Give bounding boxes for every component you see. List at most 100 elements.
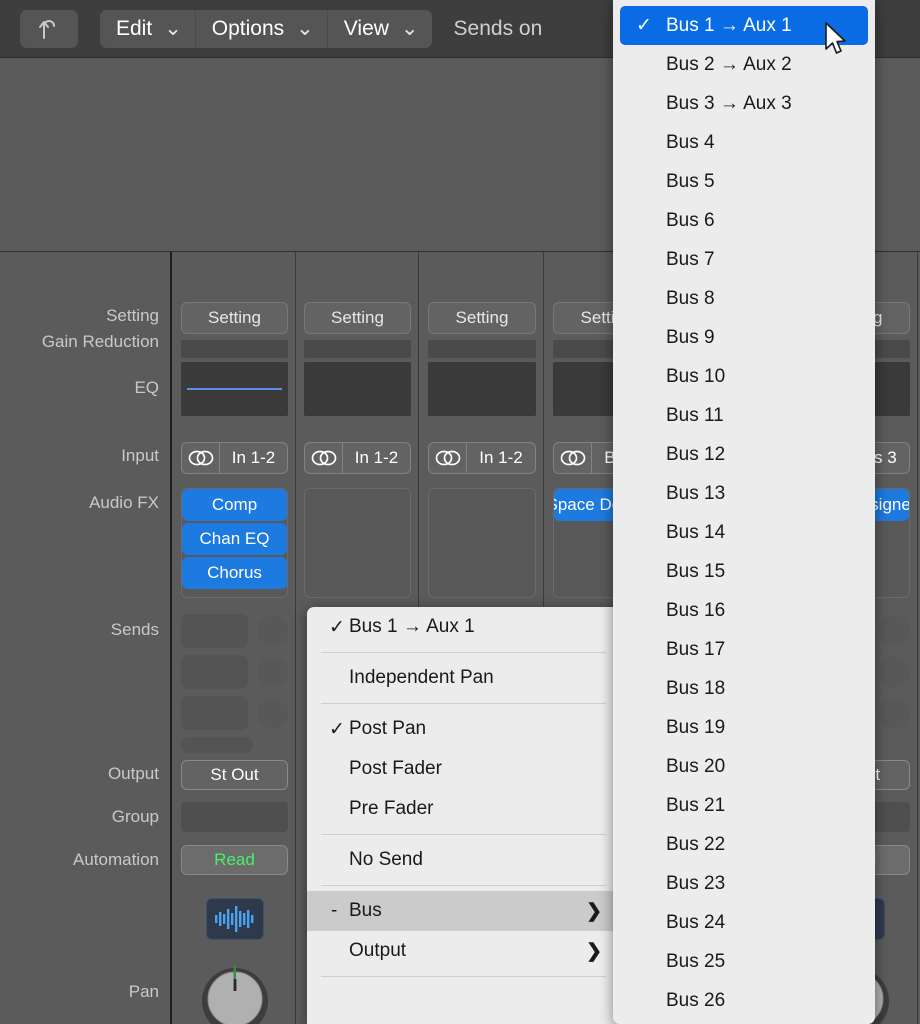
menu-view-label: View — [343, 16, 389, 40]
chevron-down-icon: ⌄ — [296, 17, 314, 40]
bus-menu-item-label: Bus 9 — [666, 326, 715, 348]
row-label-gain-reduction: Gain Reduction — [41, 332, 159, 351]
stereo-circles-icon — [188, 450, 213, 466]
bus-menu-item[interactable]: Bus 15 — [620, 552, 868, 591]
menu-edit[interactable]: Edit ⌄ — [100, 9, 196, 48]
stereo-icon-box — [429, 443, 467, 473]
bus-menu-item[interactable]: Bus 8 — [620, 279, 868, 318]
menu-options[interactable]: Options ⌄ — [195, 9, 328, 48]
send-level-knob[interactable] — [878, 657, 910, 687]
pan-knob[interactable] — [196, 959, 274, 1024]
menu-separator — [321, 652, 606, 653]
sends-menu-bus[interactable]: - Bus ❯ — [307, 891, 620, 931]
bus-menu-item-label: Bus 20 — [666, 755, 726, 777]
audio-fx-slot-empty[interactable] — [429, 557, 535, 589]
sends-menu-no-send[interactable]: No Send — [307, 840, 620, 880]
bus-menu-item[interactable]: Bus 12 — [620, 435, 868, 474]
bus-menu-item-label: Bus 1 → Aux 1 — [666, 14, 792, 36]
bus-menu-item[interactable]: Bus 23 — [620, 864, 868, 903]
send-level-knob[interactable] — [878, 616, 910, 646]
group-selector[interactable] — [181, 802, 288, 832]
sends-menu-pre-fader[interactable]: Pre Fader — [307, 789, 620, 829]
bus-menu-item-label: Bus 24 — [666, 911, 726, 933]
send-bar[interactable] — [181, 614, 248, 648]
send-slot-empty[interactable] — [181, 737, 253, 753]
audio-fx-slot[interactable]: Comp — [182, 489, 287, 521]
bus-menu-item[interactable]: Bus 22 — [620, 825, 868, 864]
menu-item-label: Pre Fader — [349, 798, 434, 819]
eq-display[interactable] — [181, 362, 288, 416]
audio-fx-slot-empty[interactable] — [429, 523, 535, 555]
row-label-eq: EQ — [134, 378, 159, 397]
setting-button[interactable]: Setting — [181, 302, 288, 334]
sends-menu-output[interactable]: Output ❯ — [307, 931, 620, 971]
bus-menu-item[interactable]: Bus 9 — [620, 318, 868, 357]
bus-menu-item[interactable]: Bus 6 — [620, 201, 868, 240]
bus-menu-item[interactable]: Bus 11 — [620, 396, 868, 435]
bus-menu-item[interactable]: Bus 14 — [620, 513, 868, 552]
send-level-knob[interactable] — [878, 698, 910, 728]
row-label-group: Group — [111, 807, 159, 826]
bus-menu-item-label: Bus 16 — [666, 599, 726, 621]
sends-menu-post-pan[interactable]: ✓ Post Pan — [307, 709, 620, 749]
sends-menu-bus1-aux1[interactable]: ✓ Bus 1 → Aux 1 — [307, 607, 620, 647]
bus-menu-item[interactable]: Bus 21 — [620, 786, 868, 825]
row-label-column: Setting Gain Reduction EQ Input Audio FX Send… — [0, 252, 172, 1024]
bus-menu-item-label: Bus 25 — [666, 950, 726, 972]
output-selector[interactable]: St Out — [181, 760, 288, 790]
menu-view[interactable]: View ⌄ — [327, 9, 432, 48]
bus-menu-item[interactable]: Bus 7 — [620, 240, 868, 279]
send-level-knob[interactable] — [256, 616, 288, 646]
bus-menu-item-label: Bus 8 — [666, 287, 715, 309]
eq-display[interactable] — [304, 362, 411, 416]
audio-fx-slot[interactable]: Chan EQ — [182, 523, 287, 555]
send-bar[interactable] — [181, 696, 248, 730]
setting-button[interactable]: Setting — [304, 302, 411, 334]
bus-menu-item[interactable]: Bus 17 — [620, 630, 868, 669]
bus-menu-item[interactable]: Bus 20 — [620, 747, 868, 786]
automation-mode-button[interactable]: Read — [181, 845, 288, 875]
bus-menu-item[interactable]: Bus 4 — [620, 123, 868, 162]
bus-menu-item[interactable]: Bus 16 — [620, 591, 868, 630]
eq-curve — [187, 388, 282, 390]
menu-item-label: Post Fader — [349, 758, 442, 779]
send-bar[interactable] — [181, 655, 248, 689]
bus-menu-item[interactable]: Bus 5 — [620, 162, 868, 201]
send-level-knob[interactable] — [256, 698, 288, 728]
bus-menu-item[interactable]: Bus 13 — [620, 474, 868, 513]
send-slot[interactable] — [181, 655, 288, 689]
eq-display[interactable] — [428, 362, 536, 416]
audio-waveform-button[interactable] — [206, 898, 264, 940]
bus-menu-item-label: Bus 6 — [666, 209, 715, 231]
send-slot[interactable] — [181, 614, 288, 648]
bus-menu-item[interactable]: Bus 3 → Aux 3 — [620, 84, 868, 123]
audio-fx-slot-empty[interactable] — [305, 489, 410, 521]
bus-menu-item[interactable]: Bus 10 — [620, 357, 868, 396]
bus-menu-item[interactable]: Bus 25 — [620, 942, 868, 981]
sends-status-text: Sends on — [453, 16, 543, 40]
bus-menu-item[interactable]: Bus 24 — [620, 903, 868, 942]
pan-knob-icon — [202, 965, 268, 1024]
sends-context-menu: ✓ Bus 1 → Aux 1 Independent Pan ✓ Post Pan Po… — [307, 607, 620, 1024]
bus-menu-item-label: Bus 5 — [666, 170, 715, 192]
sends-menu-post-fader[interactable]: Post Fader — [307, 749, 620, 789]
input-selector[interactable]: In 1-2 — [181, 442, 288, 474]
bus-menu-item[interactable]: Bus 26 — [620, 981, 868, 1020]
send-level-knob[interactable] — [256, 657, 288, 687]
bus-menu-item[interactable]: Bus 19 — [620, 708, 868, 747]
send-slot[interactable] — [181, 696, 288, 730]
back-button[interactable] — [20, 9, 78, 48]
chevron-right-icon: ❯ — [586, 900, 602, 922]
setting-button[interactable]: Setting — [428, 302, 536, 334]
sends-menu-independent-pan[interactable]: Independent Pan — [307, 658, 620, 698]
input-selector[interactable]: In 1-2 — [304, 442, 411, 474]
bus-menu-item-label: Bus 11 — [666, 404, 724, 426]
audio-fx-slot-empty[interactable] — [305, 523, 410, 555]
audio-fx-slot-empty[interactable] — [429, 489, 535, 521]
bus-menu-item-label: Bus 4 — [666, 131, 715, 153]
audio-fx-slot[interactable]: Chorus — [182, 557, 287, 589]
input-selector[interactable]: In 1-2 — [428, 442, 536, 474]
bus-menu-item-label: Bus 7 — [666, 248, 715, 270]
audio-fx-slot-empty[interactable] — [305, 557, 410, 589]
bus-menu-item[interactable]: Bus 18 — [620, 669, 868, 708]
